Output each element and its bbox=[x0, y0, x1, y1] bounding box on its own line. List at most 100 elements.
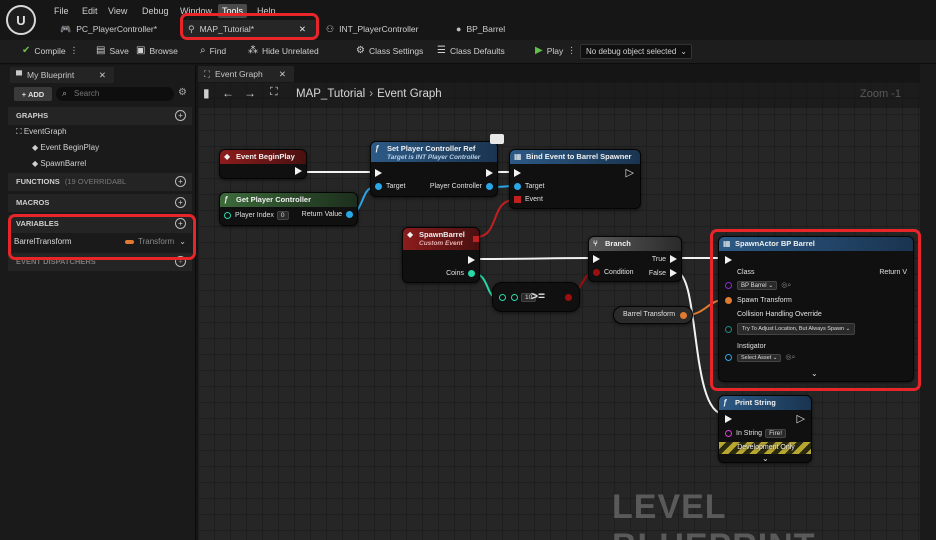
node-header: ⑂ Branch bbox=[589, 237, 681, 251]
int-pin-icon bbox=[511, 294, 518, 301]
object-pin-icon bbox=[346, 211, 353, 218]
pin-label: False bbox=[648, 269, 666, 277]
delegate-out-pin[interactable] bbox=[473, 236, 479, 242]
node-header: ◆ Event BeginPlay bbox=[220, 150, 306, 164]
exec-arrow-icon bbox=[725, 415, 732, 423]
pin-label: Event bbox=[525, 196, 543, 203]
exec-arrow-icon bbox=[670, 269, 677, 277]
exec-arrow-icon bbox=[486, 169, 493, 177]
exec-arrow-icon bbox=[468, 256, 475, 264]
function-icon: ƒ bbox=[375, 144, 380, 153]
highlight-box-spawnactor bbox=[710, 229, 921, 391]
delegate-pin-icon bbox=[473, 236, 479, 242]
string-pin-icon bbox=[725, 430, 732, 437]
condition-pin[interactable]: Condition bbox=[593, 269, 634, 276]
node-title: Set Player Controller Ref bbox=[387, 144, 476, 153]
player-index-pin[interactable]: Player Index 0 bbox=[224, 211, 289, 220]
transform-pin-icon bbox=[680, 312, 687, 319]
in-string-pin[interactable]: In String Fire! bbox=[725, 429, 787, 438]
node-event-beginplay[interactable]: ◆ Event BeginPlay bbox=[219, 149, 307, 179]
node-title: SpawnBarrel bbox=[419, 230, 465, 239]
player-controller-pin[interactable]: Player Controller bbox=[430, 183, 493, 190]
exec-out-pin[interactable] bbox=[486, 169, 493, 177]
node-title: Bind Event to Barrel Spawner bbox=[526, 152, 632, 161]
return-value-pin[interactable]: Return Value bbox=[302, 211, 353, 218]
node-subtitle: Custom Event bbox=[419, 240, 463, 247]
bool-pin-icon bbox=[593, 269, 600, 276]
event-icon: ◆ bbox=[224, 152, 231, 161]
true-pin[interactable]: True bbox=[652, 255, 677, 263]
exec-arrow-icon bbox=[295, 167, 302, 175]
false-pin[interactable]: False bbox=[649, 269, 677, 277]
node-print-string[interactable]: ƒ Print String ▷ In String Fire! Developm… bbox=[718, 395, 812, 463]
exec-arrow-icon bbox=[514, 169, 521, 177]
pin-label: In String bbox=[736, 430, 763, 437]
exec-out-pin[interactable]: ▷ bbox=[797, 412, 805, 425]
target-pin[interactable]: Target bbox=[514, 183, 544, 190]
event-icon: ◆ bbox=[407, 230, 414, 239]
pin-label: True bbox=[651, 255, 666, 263]
exec-in-pin[interactable] bbox=[593, 255, 600, 263]
coins-pin[interactable]: Coins bbox=[446, 270, 475, 277]
node-bind-event[interactable]: ▦ Bind Event to Barrel Spawner ▷ Target E… bbox=[509, 149, 641, 209]
node-compare-greater-equal[interactable]: 10 >= bbox=[492, 282, 580, 312]
node-header: ▦ Bind Event to Barrel Spawner bbox=[510, 150, 640, 164]
node-subtitle: Target is INT Player Controller bbox=[387, 154, 481, 161]
node-barrel-transform-getter[interactable]: Barrel Transform bbox=[613, 306, 693, 324]
node-header: ƒ Set Player Controller Ref Target is INT… bbox=[371, 142, 497, 162]
exec-out-pin[interactable] bbox=[295, 167, 302, 175]
in-string-field[interactable]: Fire! bbox=[765, 429, 787, 438]
bind-event-icon: ▦ bbox=[514, 152, 522, 161]
node-title: Event BeginPlay bbox=[236, 152, 295, 161]
exec-arrow-icon bbox=[375, 169, 382, 177]
pin-label: Target bbox=[525, 183, 545, 190]
object-pin-icon bbox=[486, 183, 493, 190]
player-index-field[interactable]: 0 bbox=[276, 211, 289, 220]
node-title: Print String bbox=[735, 398, 776, 407]
node-get-player-controller[interactable]: ƒ Get Player Controller Player Index 0 Re… bbox=[219, 192, 358, 226]
compare-a-pin[interactable] bbox=[499, 294, 506, 301]
node-title: Branch bbox=[605, 239, 631, 248]
delegate-wire-spawn-bind bbox=[475, 199, 515, 238]
node-title: Get Player Controller bbox=[236, 195, 312, 204]
pin-label: Target bbox=[386, 183, 406, 190]
target-pin[interactable]: Target bbox=[375, 183, 405, 190]
node-header: ƒ Get Player Controller bbox=[220, 193, 357, 207]
delegate-pin-icon bbox=[514, 196, 521, 203]
compare-operator: >= bbox=[531, 289, 546, 303]
pin-label: Player Controller bbox=[429, 183, 482, 190]
exec-arrow-icon bbox=[593, 255, 600, 263]
getter-label: Barrel Transform bbox=[623, 311, 676, 318]
development-only-label: Development Only bbox=[737, 444, 795, 451]
node-header: ƒ Print String bbox=[719, 396, 811, 410]
development-only-stripe: Development Only bbox=[719, 442, 811, 454]
bool-pin-icon bbox=[565, 294, 572, 301]
int-pin-icon bbox=[224, 212, 231, 219]
pin-label: Condition bbox=[604, 269, 634, 276]
node-branch[interactable]: ⑂ Branch True Condition False bbox=[588, 236, 682, 282]
pin-label: Return Value bbox=[301, 211, 342, 218]
int-pin-icon bbox=[499, 294, 506, 301]
exec-in-pin[interactable] bbox=[375, 169, 382, 177]
expand-chevron-icon[interactable]: ⌄ bbox=[762, 454, 769, 462]
pin-label: Player Index bbox=[235, 212, 274, 219]
branch-icon: ⑂ bbox=[593, 239, 598, 248]
int-pin-icon bbox=[468, 270, 475, 277]
compare-result-pin[interactable] bbox=[565, 294, 572, 301]
level-blueprint-watermark: LEVEL BLUEPRINT bbox=[612, 488, 815, 540]
exec-wire-spawn-branch bbox=[475, 257, 594, 260]
exec-out-pin[interactable]: ▷ bbox=[626, 166, 634, 179]
exec-in-pin[interactable] bbox=[725, 415, 732, 423]
event-pin[interactable]: Event bbox=[514, 196, 543, 203]
message-envelope-icon bbox=[490, 134, 504, 144]
object-pin-icon bbox=[514, 183, 521, 190]
node-set-player-controller-ref[interactable]: ƒ Set Player Controller Ref Target is INT… bbox=[370, 141, 498, 197]
transform-out-pin[interactable] bbox=[680, 312, 687, 319]
exec-arrow-icon bbox=[670, 255, 677, 263]
function-icon: ƒ bbox=[224, 195, 229, 204]
pin-label: Coins bbox=[446, 270, 464, 277]
exec-in-pin[interactable] bbox=[514, 169, 521, 177]
node-spawnbarrel-event[interactable]: ◆ SpawnBarrel Custom Event Coins bbox=[402, 227, 480, 283]
exec-out-pin[interactable] bbox=[468, 256, 475, 264]
object-pin-icon bbox=[375, 183, 382, 190]
